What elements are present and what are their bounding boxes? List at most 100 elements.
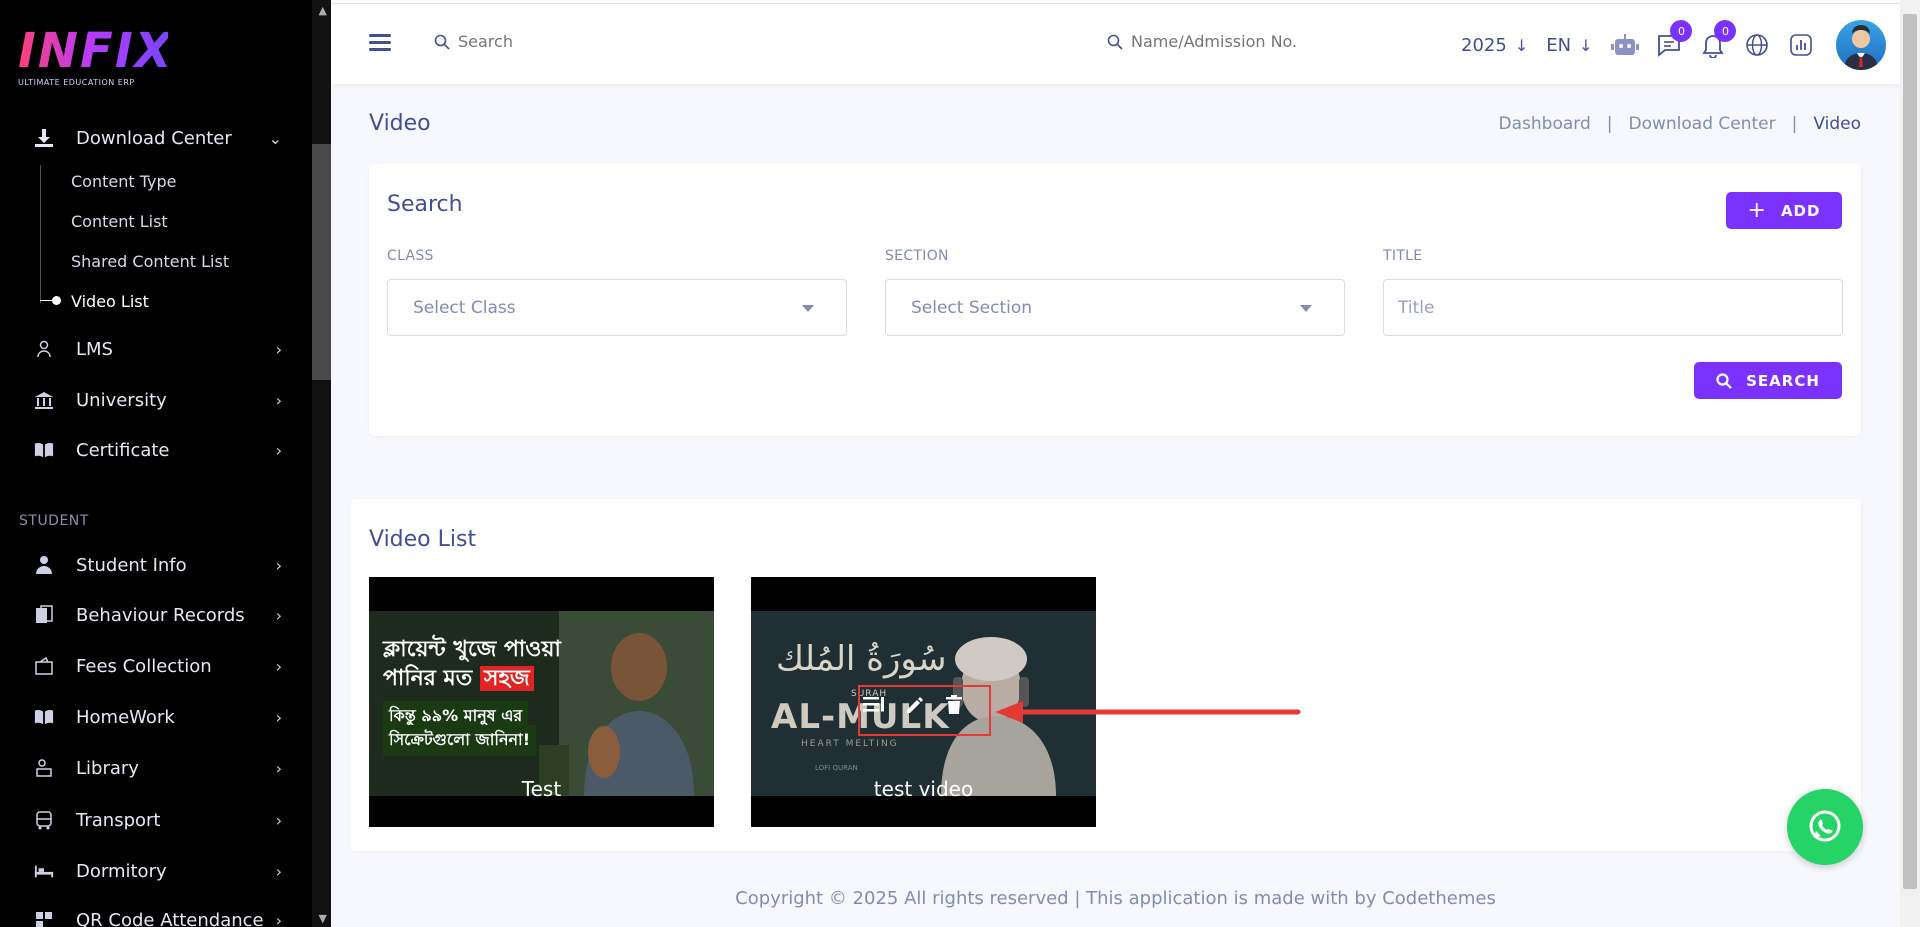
book-icon	[34, 440, 54, 460]
menu-toggle-icon[interactable]	[369, 34, 391, 52]
sidebar-item-certificate[interactable]: Certificate ›	[0, 428, 310, 472]
sidebar-subitem-shared-content-list[interactable]: Shared Content List	[71, 252, 229, 271]
title-label: TITLE	[1383, 248, 1423, 264]
sidebar: INFIX ULTIMATE EDUCATION ERP Download Ce…	[0, 0, 331, 927]
search-icon	[1716, 372, 1732, 389]
sidebar-item-lms[interactable]: LMS ›	[0, 327, 310, 371]
student-search-input[interactable]	[1131, 32, 1331, 51]
scroll-down-icon[interactable]: ▼	[319, 912, 327, 925]
sidebar-item-transport[interactable]: Transport ›	[0, 798, 310, 842]
class-select-value: Select Class	[413, 297, 516, 318]
search-icon	[1107, 34, 1123, 50]
plus-icon: +	[1747, 197, 1767, 223]
thumbnail-author: LOFI QURAN	[815, 764, 858, 772]
sidebar-item-behaviour-records[interactable]: Behaviour Records ›	[0, 593, 310, 637]
scroll-up-icon[interactable]: ▲	[319, 4, 327, 17]
search-card-title: Search	[387, 192, 463, 217]
year-select[interactable]: 2025 ↓	[1461, 35, 1528, 56]
sidebar-item-homework[interactable]: HomeWork ›	[0, 695, 310, 739]
video-tile[interactable]: ক্লায়েন্ট খুজে পাওয়া পানির মত সহজ কিন্…	[369, 577, 714, 827]
sidebar-scrollbar[interactable]: ▲ ▼	[312, 0, 331, 927]
sidebar-item-university[interactable]: University ›	[0, 378, 310, 422]
video-caption: Test	[521, 777, 562, 801]
add-button[interactable]: + ADD	[1726, 192, 1842, 229]
caret-down-icon	[802, 305, 814, 312]
chart-icon[interactable]	[1786, 30, 1816, 60]
chevron-right-icon: ›	[275, 810, 282, 830]
thumbnail-text-line4: সিক্রেটগুলো জানিনা!	[383, 725, 536, 756]
sidebar-item-label: Certificate	[76, 439, 170, 461]
video-list-card: Video List ক্লায়েন্ট খুজে পাওয়া পানির …	[350, 499, 1861, 851]
chevron-right-icon: ›	[275, 656, 282, 676]
thumbnail-highlight: সহজ	[479, 666, 534, 691]
whatsapp-button[interactable]	[1787, 789, 1863, 865]
chevron-right-icon: ›	[275, 390, 282, 410]
language-value: EN	[1546, 34, 1572, 56]
robot-icon[interactable]	[1610, 30, 1640, 60]
sidebar-item-fees-collection[interactable]: Fees Collection ›	[0, 644, 310, 688]
breadcrumb-download-center[interactable]: Download Center	[1629, 114, 1776, 134]
thumbnail-text-line2-row: পানির মত সহজ	[383, 661, 534, 698]
global-search[interactable]	[434, 32, 648, 51]
sidebar-subitem-video-list[interactable]: Video List	[71, 292, 149, 311]
arrow-down-icon: ↓	[1579, 35, 1593, 55]
chat-badge: 0	[1670, 20, 1693, 42]
chevron-right-icon: ›	[275, 758, 282, 778]
homework-icon	[34, 707, 54, 727]
chevron-right-icon: ›	[275, 555, 282, 575]
sidebar-scrollbar-thumb[interactable]	[312, 144, 331, 380]
bed-icon	[34, 861, 54, 881]
annotation-highlight-box	[858, 685, 991, 736]
sidebar-item-label: Library	[76, 757, 139, 779]
page-scrollbar-thumb[interactable]	[1903, 14, 1917, 889]
page-title: Video	[369, 111, 431, 136]
chevron-right-icon: ›	[275, 339, 282, 359]
student-icon	[34, 555, 54, 575]
sidebar-item-library[interactable]: Library ›	[0, 746, 310, 790]
sidebar-item-label: Download Center	[76, 127, 232, 149]
search-button[interactable]: SEARCH	[1694, 362, 1842, 399]
whatsapp-icon	[1809, 810, 1841, 842]
top-header: 2025 ↓ EN ↓ 0 0	[331, 4, 1900, 84]
thumbnail-text-line2: পানির মত	[383, 666, 473, 691]
sidebar-subitem-content-type[interactable]: Content Type	[71, 172, 176, 191]
chat-icon[interactable]: 0	[1654, 20, 1693, 60]
title-input[interactable]	[1383, 279, 1843, 336]
globe-icon[interactable]	[1742, 30, 1772, 60]
sidebar-item-label: HomeWork	[76, 706, 175, 728]
chevron-right-icon: ›	[275, 910, 282, 927]
thumbnail-arabic-title: سُورَةُ المُلك	[776, 639, 947, 679]
sidebar-item-label: Student Info	[76, 554, 187, 576]
sidebar-item-dormitory[interactable]: Dormitory ›	[0, 849, 310, 893]
lms-icon	[34, 339, 54, 359]
search-input[interactable]	[458, 32, 648, 51]
breadcrumb-separator: |	[1791, 114, 1798, 134]
logo[interactable]: INFIX ULTIMATE EDUCATION ERP	[18, 23, 174, 87]
library-icon	[34, 758, 54, 778]
sidebar-subitem-content-list[interactable]: Content List	[71, 212, 168, 231]
page-scrollbar[interactable]	[1900, 0, 1920, 927]
chevron-down-icon: ⌄	[268, 128, 282, 148]
bell-icon[interactable]: 0	[1698, 20, 1737, 60]
university-icon	[34, 390, 54, 410]
sidebar-item-download-center[interactable]: Download Center ⌄	[0, 116, 310, 160]
student-search[interactable]	[1107, 32, 1331, 51]
breadcrumb-dashboard[interactable]: Dashboard	[1499, 114, 1591, 134]
logo-text: INFIX	[18, 23, 174, 79]
sidebar-item-qr-code-attendance[interactable]: QR Code Attendance ›	[0, 898, 310, 927]
sidebar-item-student-info[interactable]: Student Info ›	[0, 543, 310, 587]
chevron-right-icon: ›	[275, 440, 282, 460]
breadcrumb-current: Video	[1813, 114, 1861, 134]
section-select[interactable]: Select Section	[885, 279, 1345, 336]
class-select[interactable]: Select Class	[387, 279, 847, 336]
avatar[interactable]	[1836, 20, 1887, 70]
bus-icon	[34, 810, 54, 830]
search-card: Search + ADD CLASS Select Class SECTION …	[369, 164, 1861, 436]
chevron-right-icon: ›	[275, 861, 282, 881]
download-icon	[34, 128, 54, 148]
records-icon	[34, 605, 54, 625]
logo-subtitle: ULTIMATE EDUCATION ERP	[18, 78, 135, 87]
annotation-arrow-icon	[995, 701, 1301, 723]
breadcrumb-separator: |	[1606, 114, 1613, 134]
language-select[interactable]: EN ↓	[1546, 35, 1592, 56]
